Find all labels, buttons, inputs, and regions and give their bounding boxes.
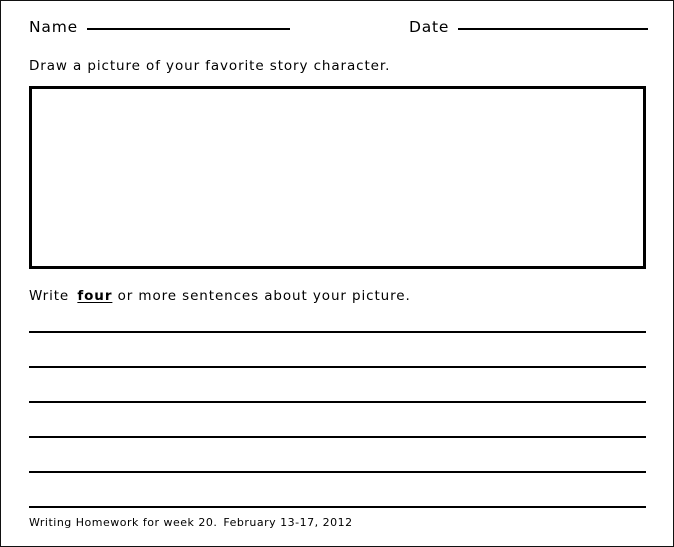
drawing-box[interactable] <box>29 86 646 269</box>
write-instruction: Write four or more sentences about your … <box>29 287 411 305</box>
date-label: Date <box>409 18 450 36</box>
writing-line[interactable] <box>29 331 646 333</box>
writing-line[interactable] <box>29 471 646 473</box>
footer: Writing Homework for week 20. February 13… <box>29 515 353 530</box>
writing-line[interactable] <box>29 401 646 403</box>
write-instruction-emphasis: four <box>77 288 113 304</box>
writing-line[interactable] <box>29 436 646 438</box>
write-instruction-suffix: or more sentences about your picture. <box>117 288 411 304</box>
date-field[interactable]: Date <box>409 17 649 41</box>
name-write-in-rule[interactable] <box>86 28 290 30</box>
draw-instruction: Draw a picture of your favorite story ch… <box>29 58 391 74</box>
name-field[interactable]: Name <box>29 17 290 41</box>
write-instruction-prefix: Write <box>29 288 70 304</box>
header-row: Name Date <box>1 17 673 45</box>
writing-lines-group <box>29 321 646 513</box>
footer-date-range: February 13-17, 2012 <box>223 516 353 529</box>
footer-assignment: Writing Homework for week 20. <box>29 516 218 529</box>
writing-line[interactable] <box>29 366 646 368</box>
name-label: Name <box>29 18 78 36</box>
worksheet-page: Name Date Draw a picture of your favorit… <box>0 0 674 547</box>
writing-line[interactable] <box>29 506 646 508</box>
date-write-in-rule[interactable] <box>458 28 649 30</box>
